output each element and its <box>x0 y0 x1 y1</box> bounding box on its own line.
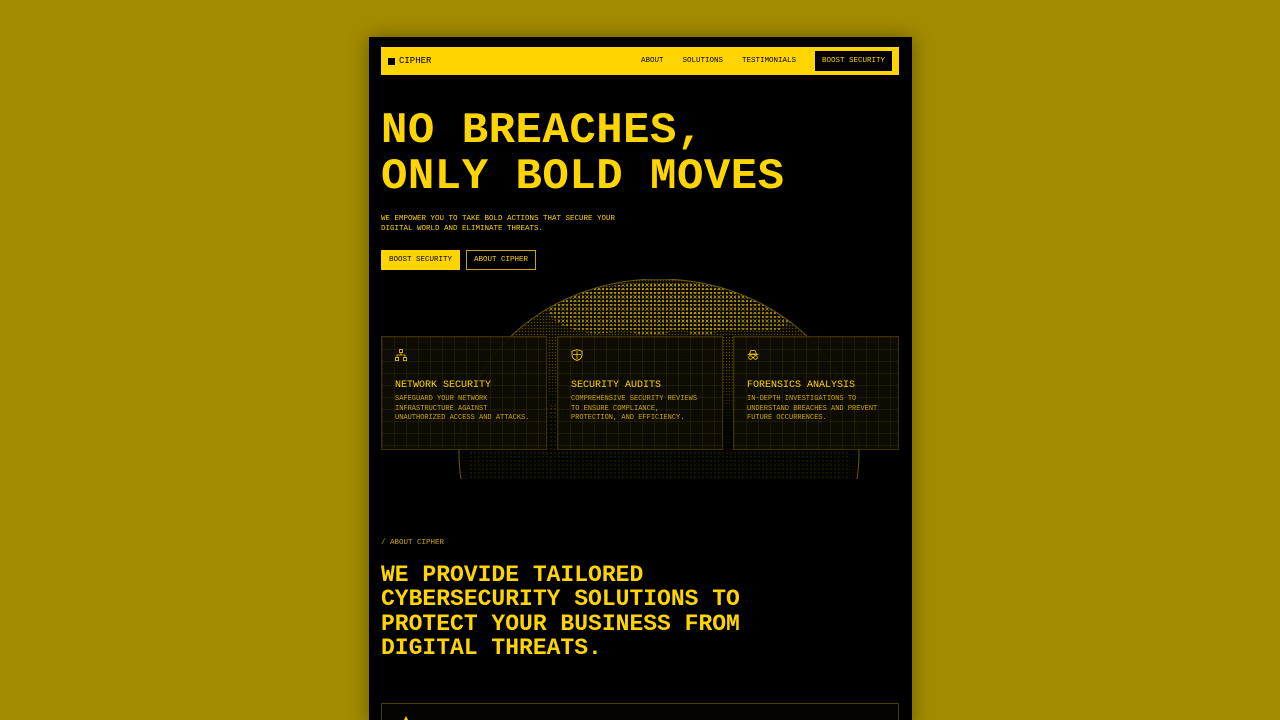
shield-icon <box>571 349 583 361</box>
page-frame: CIPHER ABOUT SOLUTIONS TESTIMONIALS BOOS… <box>369 37 912 720</box>
card-title: SECURITY AUDITS <box>571 380 662 391</box>
card-network-security[interactable]: NETWORK SECURITY SAFEGUARD YOUR NETWORK … <box>381 336 547 450</box>
nav-links: ABOUT SOLUTIONS TESTIMONIALS BOOST SECUR… <box>641 51 892 71</box>
card-description: COMPREHENSIVE SECURITY REVIEWS TO ENSURE… <box>571 395 698 423</box>
card-description: IN-DEPTH INVESTIGATIONS TO UNDERSTAND BR… <box>747 395 878 423</box>
nav-link-testimonials[interactable]: TESTIMONIALS <box>742 57 796 65</box>
hero-subtitle: WE EMPOWER YOU TO TAKE BOLD ACTIONS THAT… <box>381 215 616 233</box>
about-cipher-button[interactable]: ABOUT CIPHER <box>466 250 537 270</box>
card-description: SAFEGUARD YOUR NETWORK INFRASTRUCTURE AG… <box>395 395 530 423</box>
logo-text: CIPHER <box>399 56 432 66</box>
network-icon <box>395 349 407 361</box>
card-title: NETWORK SECURITY <box>395 380 492 391</box>
nav-link-about[interactable]: ABOUT <box>641 57 664 65</box>
top-navbar: CIPHER ABOUT SOLUTIONS TESTIMONIALS BOOS… <box>381 47 899 75</box>
hero-title: NO BREACHES, ONLY BOLD MOVES <box>381 106 785 202</box>
boost-security-button[interactable]: BOOST SECURITY <box>381 250 461 270</box>
logo[interactable]: CIPHER <box>388 56 431 66</box>
card-title: FORENSICS ANALYSIS <box>747 380 856 391</box>
card-forensics-analysis[interactable]: FORENSICS ANALYSIS IN-DEPTH INVESTIGATIO… <box>733 336 899 450</box>
about-title: WE PROVIDE TAILORED CYBERSECURITY SOLUTI… <box>381 562 740 661</box>
card-security-audits[interactable]: SECURITY AUDITS COMPREHENSIVE SECURITY R… <box>557 336 723 450</box>
nav-boost-security-button[interactable]: BOOST SECURITY <box>814 51 892 71</box>
spy-icon <box>747 350 759 360</box>
next-section-panel <box>381 703 899 720</box>
about-section-tag: / ABOUT CIPHER <box>381 539 445 547</box>
logo-square-icon <box>388 57 395 65</box>
nav-link-solutions[interactable]: SOLUTIONS <box>682 57 723 65</box>
triangle-icon <box>402 716 410 720</box>
services-cards: NETWORK SECURITY SAFEGUARD YOUR NETWORK … <box>381 336 899 450</box>
